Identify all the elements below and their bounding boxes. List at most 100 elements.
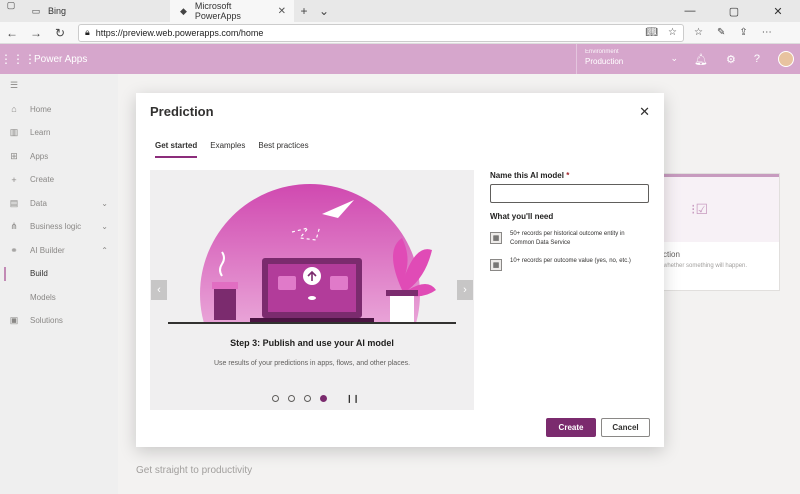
window-controls: — ▢ ✕ <box>668 0 800 22</box>
avatar[interactable] <box>777 51 794 67</box>
back-icon[interactable]: ← <box>0 26 24 40</box>
plant-pot-rim <box>386 290 418 296</box>
desk-line <box>168 322 456 324</box>
tab-list-chevron-icon[interactable]: ⌄ <box>314 0 334 22</box>
sidebar-item-business-logic[interactable]: ⋔ Business logic ⌄ <box>0 215 118 239</box>
url-text: https://preview.web.powerapps.com/home <box>95 27 264 38</box>
carousel-prev-button[interactable]: ‹ <box>151 280 167 300</box>
tab-label: Bing <box>48 6 67 16</box>
carousel: ‹ › Step 3: Publish and use your AI mode… <box>150 170 474 410</box>
share-icon[interactable]: ⇪ <box>739 27 747 38</box>
close-icon[interactable]: ✕ <box>639 104 650 120</box>
sidebar-item-apps[interactable]: ⊞ Apps <box>0 145 118 169</box>
tab-best-practices[interactable]: Best practices <box>258 141 308 158</box>
sidebar-item-label: Business logic <box>30 222 82 232</box>
carousel-dot-4[interactable] <box>320 395 327 402</box>
bing-icon: ▭ <box>31 5 41 16</box>
gear-icon[interactable]: ⚙ <box>726 53 736 66</box>
browser-tab-powerapps[interactable]: ◆ Microsoft PowerApps ✕ <box>170 0 294 22</box>
prediction-card[interactable]: ⁝☑ ction whether something will happen. <box>654 173 780 291</box>
home-icon: ⌂ <box>11 104 17 115</box>
create-button[interactable]: Create <box>546 418 596 437</box>
url-field[interactable]: 🔒︎ https://preview.web.powerapps.com/hom… <box>78 23 684 42</box>
app-title: Power Apps <box>34 53 88 65</box>
chevron-down-icon: ⌄ <box>101 222 108 232</box>
environment-picker[interactable]: Environment Production ⌄ <box>576 44 688 74</box>
browser-tab-bing[interactable]: ▭ Bing <box>22 0 170 22</box>
pause-icon[interactable]: ❙❙ <box>346 394 359 403</box>
model-name-input[interactable] <box>490 184 649 203</box>
sidebar-item-learn[interactable]: ▥ Learn <box>0 121 118 145</box>
coffee-lid <box>212 282 238 289</box>
plus-icon: + <box>11 174 17 185</box>
carousel-dot-3[interactable] <box>304 395 311 402</box>
sidebar-item-label: Build <box>30 269 48 279</box>
sidebar-item-models[interactable]: Models <box>0 286 118 310</box>
url-actions: 📖︎ ☆ <box>645 27 677 38</box>
flow-tile-icon <box>330 276 348 290</box>
bell-icon[interactable]: 🔔︎ <box>694 53 708 66</box>
help-icon[interactable]: ? <box>754 53 760 65</box>
card-title: ction <box>663 250 680 259</box>
plant-pot <box>390 294 414 322</box>
sidebar-item-label: Apps <box>30 151 49 161</box>
table-icon: ▦ <box>490 232 502 244</box>
prediction-icon: ⁝☑ <box>691 201 709 217</box>
refresh-icon[interactable]: ↻ <box>48 26 72 40</box>
reading-view-icon[interactable]: 📖︎ <box>645 27 658 38</box>
carousel-next-button[interactable]: › <box>457 280 473 300</box>
sidebar-item-label: Home <box>30 104 52 114</box>
sidebar-item-label: Models <box>30 292 56 302</box>
sidebar-item-create[interactable]: + Create <box>0 168 118 192</box>
cancel-button[interactable]: Cancel <box>601 418 650 437</box>
tab-actions-icon[interactable]: ▢ <box>0 0 22 10</box>
tab-examples[interactable]: Examples <box>210 141 245 158</box>
close-tab-icon[interactable]: ✕ <box>278 6 286 17</box>
new-tab-button[interactable]: + <box>294 0 314 22</box>
table-icon: ▦ <box>490 259 502 271</box>
maximize-icon[interactable]: ▢ <box>712 0 756 22</box>
powerapps-icon: ◆ <box>179 5 187 16</box>
model-form: Name this AI model * What you'll need ▦ … <box>490 171 650 271</box>
sidebar-item-ai-builder[interactable]: ⚭ AI Builder ⌃ <box>0 239 118 263</box>
required-mark: * <box>566 171 570 180</box>
carousel-dot-1[interactable] <box>272 395 279 402</box>
minimize-icon[interactable]: — <box>668 0 712 22</box>
header-icons: 🔔︎ ⚙ ? <box>694 44 794 74</box>
close-window-icon[interactable]: ✕ <box>756 0 800 22</box>
requirement-text: 50+ records per historical outcome entit… <box>510 231 625 246</box>
apps-icon: ⊞ <box>10 150 18 161</box>
sidebar-item-data[interactable]: ▤ Data ⌄ <box>0 192 118 216</box>
flow-icon: ⋔ <box>10 221 18 232</box>
tab-get-started[interactable]: Get started <box>155 141 198 158</box>
name-field-label: Name this AI model * <box>490 171 650 180</box>
dialog-title: Prediction <box>150 104 214 119</box>
sidebar-item-solutions[interactable]: ▣ Solutions <box>0 309 118 333</box>
favorites-icon[interactable]: ☆ <box>694 27 703 38</box>
sidebar-item-label: Solutions <box>30 316 63 326</box>
browser-tools: ☆ ✎ ⇪ ⋯ <box>694 27 772 38</box>
sidebar-item-home[interactable]: ⌂ Home <box>0 98 118 122</box>
hamburger-menu[interactable]: ☰ <box>0 74 118 98</box>
sidebar-item-label: AI Builder <box>30 245 65 255</box>
solutions-icon: ▣ <box>9 315 19 326</box>
pen-icon[interactable]: ✎ <box>717 27 725 38</box>
waffle-icon[interactable]: ⋮⋮⋮ <box>0 52 36 66</box>
laptop-base <box>250 318 374 322</box>
chevron-down-icon: ⌄ <box>670 53 678 63</box>
carousel-dot-2[interactable] <box>288 395 295 402</box>
sidebar-item-label: Learn <box>30 128 51 138</box>
sidebar-item-build[interactable]: Build <box>0 262 118 286</box>
favorite-star-icon[interactable]: ☆ <box>668 27 677 38</box>
hamburger-icon: ☰ <box>9 80 19 91</box>
database-tile-icon <box>308 296 316 300</box>
carousel-step-description: Use results of your predictions in apps,… <box>213 360 411 367</box>
chevron-down-icon: ⌄ <box>101 198 108 208</box>
section-title: Get straight to productivity <box>136 465 253 476</box>
forward-icon[interactable]: → <box>24 26 48 40</box>
needs-title: What you'll need <box>490 212 554 221</box>
more-icon[interactable]: ⋯ <box>762 27 772 38</box>
dialog-tabs: Get started Examples Best practices <box>155 141 309 158</box>
app-header: ⋮⋮⋮ Power Apps Environment Production ⌄ … <box>0 44 800 74</box>
database-icon: ▤ <box>9 197 19 208</box>
